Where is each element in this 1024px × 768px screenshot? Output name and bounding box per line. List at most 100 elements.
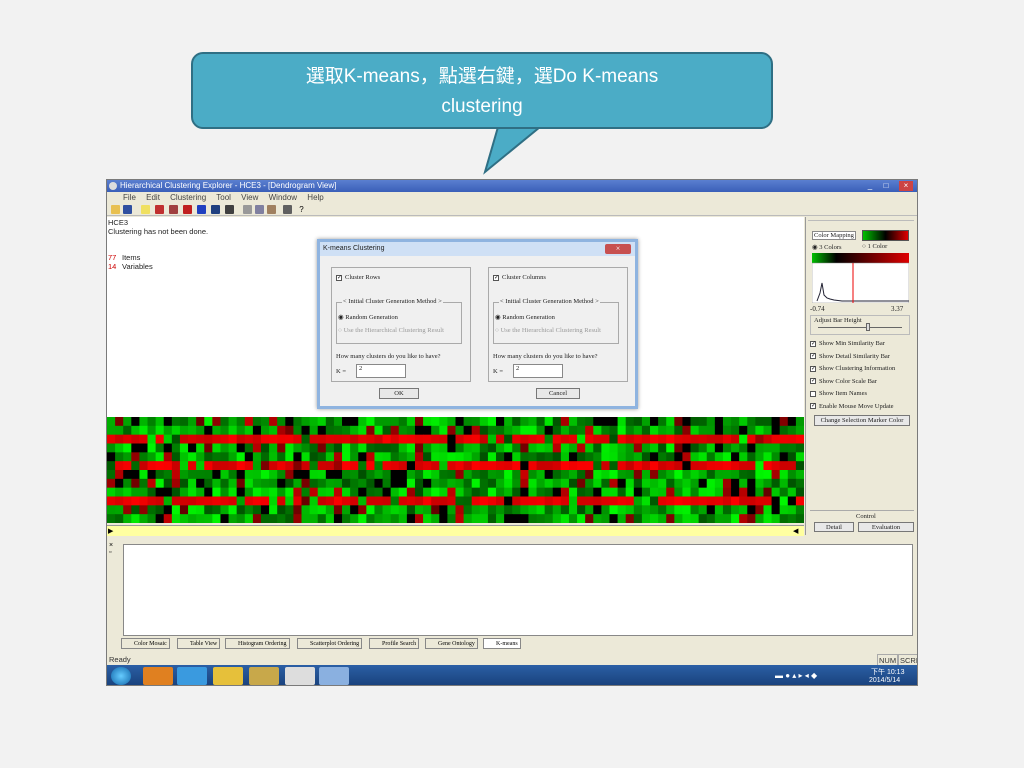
close-icon[interactable]: × (899, 181, 913, 191)
help-icon[interactable]: ? (297, 205, 306, 214)
clustering-status: Clustering has not been done. (108, 227, 209, 236)
slider-thumb[interactable] (866, 323, 870, 331)
checkbox-icon[interactable]: ✓ (810, 378, 816, 385)
clustering-icon[interactable] (141, 205, 150, 214)
dialog-close-icon[interactable]: × (605, 244, 631, 254)
heatmap-cell (568, 505, 578, 515)
scroll-left-icon[interactable]: ◀ (793, 527, 798, 535)
cut-icon[interactable] (243, 205, 252, 214)
start-icon[interactable] (111, 667, 131, 685)
option-mouse-move[interactable]: ✓ Enable Mouse Move Update (810, 403, 914, 416)
heatmap-cell (115, 417, 124, 427)
ie-icon[interactable] (177, 667, 207, 685)
menu-file[interactable]: File (123, 193, 136, 202)
horizontal-scrollbar[interactable]: ▶ ◀ (107, 525, 804, 536)
scatter-icon[interactable] (183, 205, 192, 214)
paint-icon[interactable] (319, 667, 349, 685)
option-color-scale[interactable]: ✓ Show Color Scale Bar (810, 378, 914, 391)
heatmap-cell (147, 514, 157, 523)
change-marker-color-button[interactable]: Change Selection Marker Color (814, 415, 910, 426)
option-min-similarity[interactable]: ✓ Show Min Similarity Bar (810, 340, 914, 353)
tab-kmeans[interactable]: K-means (483, 638, 521, 649)
cluster-rows-checkbox[interactable]: ✓ Cluster Rows (336, 274, 380, 281)
evaluation-tab[interactable]: Evaluation (858, 522, 914, 532)
checkbox-icon[interactable]: ✓ (810, 365, 816, 372)
cols-k-stepper[interactable]: 2 (513, 364, 563, 378)
heatmap-cell (504, 514, 513, 523)
variables-count: 14 (108, 262, 117, 271)
cancel-button[interactable]: Cancel (536, 388, 580, 399)
instruction-callout: 選取K-means，點選右鍵，選Do K-means clustering (191, 52, 773, 129)
ok-button[interactable]: OK (379, 388, 419, 399)
print-icon[interactable] (283, 205, 292, 214)
menu-view[interactable]: View (241, 193, 258, 202)
heatmap-cell (593, 425, 602, 436)
heatmap-cell (544, 470, 554, 480)
heatmap-cell (212, 461, 221, 471)
tab-color-mosaic[interactable]: Color Mosaic (121, 638, 170, 649)
media-player-icon[interactable] (143, 667, 173, 685)
menu-help[interactable]: Help (307, 193, 323, 202)
heatmap-cell (277, 443, 286, 453)
checkbox-icon[interactable]: ✓ (336, 274, 342, 281)
menu-edit[interactable]: Edit (146, 193, 160, 202)
tab-scatterplot-ordering[interactable]: Scatterplot Ordering (297, 638, 363, 649)
checkbox-icon[interactable]: ✓ (810, 340, 816, 347)
heatmap-cell (552, 478, 562, 489)
rows-k-stepper[interactable]: 2 (356, 364, 406, 378)
heatmap-cell (795, 470, 804, 480)
rows-random-radio[interactable]: ◉ Random Generation (338, 313, 398, 321)
heatmap-cell (342, 434, 351, 444)
cluster-cols-checkbox[interactable]: ✓ Cluster Columns (493, 274, 546, 281)
open-icon[interactable] (111, 205, 120, 214)
hce-icon[interactable] (285, 667, 315, 685)
paste-icon[interactable] (267, 205, 276, 214)
copy-icon[interactable] (255, 205, 264, 214)
radio-1-color[interactable]: ○ 1 Color (862, 243, 887, 250)
save-icon[interactable] (123, 205, 132, 214)
filter-icon[interactable] (225, 205, 234, 214)
scroll-right-icon[interactable]: ▶ (108, 527, 113, 535)
histogram-icon[interactable] (169, 205, 178, 214)
chrome-icon[interactable] (213, 667, 243, 685)
detail-tab[interactable]: Detail (814, 522, 854, 532)
heatmap-cell (690, 461, 700, 471)
dendrogram-icon[interactable] (155, 205, 164, 214)
checkbox-icon[interactable]: ✓ (810, 403, 816, 410)
color-mosaic-heatmap[interactable] (107, 417, 804, 523)
tab-table-view[interactable]: Table View (177, 638, 221, 649)
heatmap-cell (163, 478, 173, 489)
bar-height-slider[interactable] (818, 327, 902, 328)
minimize-icon[interactable]: _ (863, 181, 877, 191)
heatmap-cell (204, 443, 213, 453)
control-tab[interactable]: Control (856, 513, 876, 520)
menu-clustering[interactable]: Clustering (170, 193, 206, 202)
explorer-icon[interactable] (249, 667, 279, 685)
heatmap-cell (366, 443, 375, 453)
maximize-icon[interactable]: □ (879, 181, 893, 191)
tab-profile-search[interactable]: Profile Search (369, 638, 420, 649)
menu-tool[interactable]: Tool (216, 193, 231, 202)
tab-histogram-ordering[interactable]: Histogram Ordering (225, 638, 290, 649)
move-icon[interactable] (211, 205, 220, 214)
tab-gene-ontology[interactable]: Gene Ontology (425, 638, 478, 649)
color-histogram[interactable] (812, 253, 909, 303)
checkbox-icon[interactable] (810, 390, 816, 397)
heatmap-cell (747, 478, 756, 489)
checkbox-icon[interactable]: ✓ (810, 353, 816, 360)
option-item-names[interactable]: Show Item Names (810, 390, 914, 403)
cols-random-radio[interactable]: ◉ Random Generation (495, 313, 555, 321)
checkbox-icon[interactable]: ✓ (493, 274, 499, 281)
heatmap-cell (479, 505, 489, 515)
heatmap-cell (358, 505, 367, 515)
heatmap-cell (552, 487, 562, 497)
option-clustering-info[interactable]: ✓ Show Clustering Information (810, 365, 914, 378)
tray-icons[interactable]: ▬ ● ▴ ▸ ◂ ◆ (775, 671, 817, 680)
heatmap-cell (285, 461, 294, 471)
profile-icon[interactable] (197, 205, 206, 214)
radio-3-colors[interactable]: ◉ 3 Colors (812, 243, 842, 251)
bottom-side-controls[interactable]: × ▫ (109, 542, 117, 556)
option-detail-similarity[interactable]: ✓ Show Detail Similarity Bar (810, 353, 914, 366)
menu-window[interactable]: Window (269, 193, 297, 202)
color-gradient-select[interactable] (862, 230, 909, 241)
